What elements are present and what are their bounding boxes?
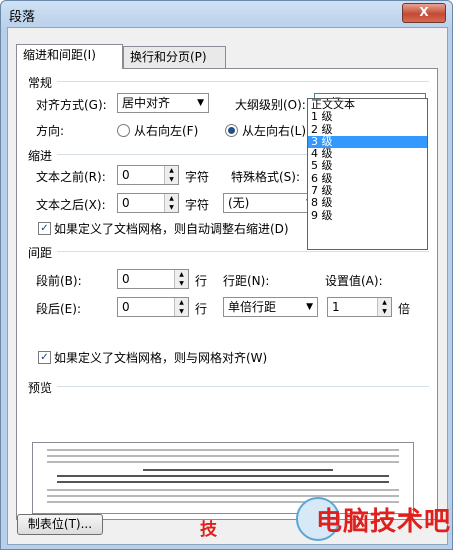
close-button[interactable]: X <box>402 3 446 23</box>
snap-to-grid-checkbox[interactable]: ✓ <box>38 351 51 364</box>
special-format-value: (无) <box>228 196 250 210</box>
indent-after-label: 文本之后(X): <box>36 198 106 212</box>
outline-option[interactable]: 1 级 <box>308 111 427 123</box>
watermark-left-text: 技 <box>200 520 217 540</box>
line-spacing-label: 行距(N): <box>223 274 270 288</box>
indent-before-spinner[interactable]: ▲ ▼ <box>164 166 178 184</box>
spacing-after-spinner[interactable]: ▲ ▼ <box>174 298 188 316</box>
watermark-text: 电脑技术吧 <box>316 507 452 537</box>
alignment-value: 居中对齐 <box>122 96 171 110</box>
spacing-before-label: 段前(B): <box>36 274 82 288</box>
chevron-down-icon: ▼ <box>306 302 313 312</box>
spacing-before-unit: 行 <box>195 274 208 288</box>
outline-option[interactable]: 8 级 <box>308 197 427 209</box>
spacing-after-input[interactable]: 0 ▲ ▼ <box>117 297 189 317</box>
outline-option[interactable]: 5 级 <box>308 160 427 172</box>
spacing-after-label: 段后(E): <box>36 302 81 316</box>
indent-after-spinner[interactable]: ▲ ▼ <box>164 194 178 212</box>
direction-label: 方向: <box>36 124 65 138</box>
setting-value: 1 <box>332 300 340 314</box>
tab-line-page-breaks[interactable]: 换行和分页(P) <box>123 46 226 68</box>
auto-adjust-checkbox[interactable]: ✓ <box>38 222 51 235</box>
indent-before-value: 0 <box>122 168 130 182</box>
rtl-label: 从右向左(F) <box>134 124 199 138</box>
spacing-before-spinner[interactable]: ▲ ▼ <box>174 270 188 288</box>
line-spacing-value: 单倍行距 <box>228 300 277 314</box>
spacing-after-unit: 行 <box>195 302 208 316</box>
setting-value-unit: 倍 <box>398 302 411 316</box>
indent-before-label: 文本之前(R): <box>36 170 106 184</box>
special-format-label: 特殊格式(S): <box>231 170 301 184</box>
tabs-button[interactable]: 制表位(T)... <box>17 514 103 535</box>
spacing-before-input[interactable]: 0 ▲ ▼ <box>117 269 189 289</box>
tab-indent-spacing[interactable]: 缩进和间距(I) <box>16 44 123 69</box>
ltr-label: 从左向右(L) <box>242 124 307 138</box>
outline-option[interactable]: 9 级 <box>308 209 427 222</box>
preview-section-title: 预览 <box>28 381 53 395</box>
setting-value-label: 设置值(A): <box>325 274 383 288</box>
indent-before-input[interactable]: 0 ▲ ▼ <box>117 165 179 185</box>
paragraph-dialog: 段落 X 缩进和间距(I) 换行和分页(P) 常规 对齐方式(G): 居中对齐 … <box>0 0 453 550</box>
alignment-select[interactable]: 居中对齐 ▼ <box>117 93 209 113</box>
indent-after-input[interactable]: 0 ▲ ▼ <box>117 193 179 213</box>
indent-after-unit: 字符 <box>185 198 210 212</box>
spacing-section-title: 间距 <box>28 246 53 260</box>
chevron-down-icon: ▼ <box>197 98 204 108</box>
special-format-select[interactable]: (无) ▼ <box>223 193 318 213</box>
setting-value-spinner[interactable]: ▲ ▼ <box>377 298 391 316</box>
spacing-before-value: 0 <box>122 272 130 286</box>
title-bar: 段落 X <box>1 1 452 27</box>
snap-to-grid-label: 如果定义了文档网格，则与网格对齐(W) <box>54 351 268 365</box>
indent-section-title: 缩进 <box>28 149 53 163</box>
outline-level-label: 大纲级别(O): <box>235 98 306 112</box>
ltr-radio[interactable] <box>225 124 238 137</box>
outline-level-dropdown: 正文文本 1 级2 级3 级4 级5 级6 级7 级8 级9 级 <box>307 98 428 250</box>
indent-before-unit: 字符 <box>185 170 210 184</box>
dialog-title: 段落 <box>9 10 36 25</box>
alignment-label: 对齐方式(G): <box>36 98 107 112</box>
spacing-after-value: 0 <box>122 300 130 314</box>
indent-after-value: 0 <box>122 196 130 210</box>
rtl-radio[interactable] <box>117 124 130 137</box>
setting-value-input[interactable]: 1 ▲ ▼ <box>327 297 392 317</box>
general-section-title: 常规 <box>28 76 53 90</box>
auto-adjust-label: 如果定义了文档网格，则自动调整右缩进(D) <box>54 222 289 236</box>
line-spacing-select[interactable]: 单倍行距 ▼ <box>223 297 318 317</box>
